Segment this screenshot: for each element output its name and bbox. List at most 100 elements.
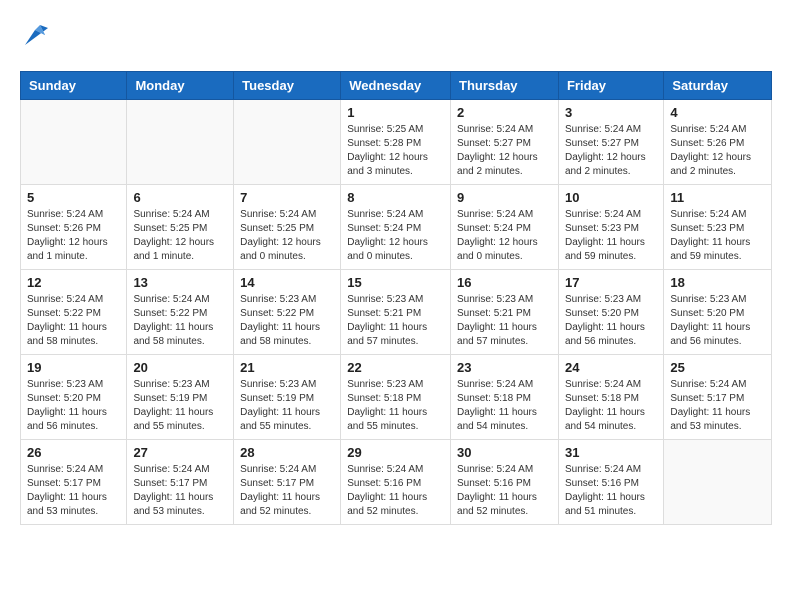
day-number: 29 <box>347 445 444 460</box>
day-info: Sunrise: 5:24 AM Sunset: 5:18 PM Dayligh… <box>565 378 657 434</box>
weekday-header-thursday: Thursday <box>451 72 559 100</box>
day-number: 18 <box>670 275 765 290</box>
day-number: 25 <box>670 360 765 375</box>
day-info: Sunrise: 5:24 AM Sunset: 5:17 PM Dayligh… <box>27 463 120 519</box>
day-info: Sunrise: 5:24 AM Sunset: 5:23 PM Dayligh… <box>670 208 765 264</box>
day-number: 26 <box>27 445 120 460</box>
day-number: 17 <box>565 275 657 290</box>
day-info: Sunrise: 5:24 AM Sunset: 5:24 PM Dayligh… <box>457 208 552 264</box>
week-row-5: 26 Sunrise: 5:24 AM Sunset: 5:17 PM Dayli… <box>21 440 772 525</box>
day-number: 27 <box>133 445 227 460</box>
day-info: Sunrise: 5:24 AM Sunset: 5:25 PM Dayligh… <box>133 208 227 264</box>
calendar-cell <box>234 100 341 185</box>
calendar-cell <box>21 100 127 185</box>
weekday-header-saturday: Saturday <box>664 72 772 100</box>
day-number: 3 <box>565 105 657 120</box>
calendar-cell: 11 Sunrise: 5:24 AM Sunset: 5:23 PM Dayli… <box>664 185 772 270</box>
day-number: 7 <box>240 190 334 205</box>
calendar-cell: 25 Sunrise: 5:24 AM Sunset: 5:17 PM Dayli… <box>664 355 772 440</box>
weekday-header-monday: Monday <box>127 72 234 100</box>
week-row-1: 1Sunrise: 5:25 AM Sunset: 5:28 PM Daylig… <box>21 100 772 185</box>
day-info: Sunrise: 5:23 AM Sunset: 5:21 PM Dayligh… <box>347 293 444 349</box>
day-info: Sunrise: 5:23 AM Sunset: 5:18 PM Dayligh… <box>347 378 444 434</box>
calendar-cell: 13Sunrise: 5:24 AM Sunset: 5:22 PM Dayli… <box>127 270 234 355</box>
calendar-cell: 4Sunrise: 5:24 AM Sunset: 5:26 PM Daylig… <box>664 100 772 185</box>
header <box>20 20 772 55</box>
weekday-header-wednesday: Wednesday <box>341 72 451 100</box>
day-number: 2 <box>457 105 552 120</box>
day-number: 11 <box>670 190 765 205</box>
day-number: 23 <box>457 360 552 375</box>
day-info: Sunrise: 5:24 AM Sunset: 5:22 PM Dayligh… <box>27 293 120 349</box>
calendar-cell: 3Sunrise: 5:24 AM Sunset: 5:27 PM Daylig… <box>558 100 663 185</box>
calendar-cell: 24 Sunrise: 5:24 AM Sunset: 5:18 PM Dayli… <box>558 355 663 440</box>
day-info: Sunrise: 5:23 AM Sunset: 5:20 PM Dayligh… <box>27 378 120 434</box>
day-info: Sunrise: 5:23 AM Sunset: 5:19 PM Dayligh… <box>240 378 334 434</box>
calendar-cell: 28Sunrise: 5:24 AM Sunset: 5:17 PM Dayli… <box>234 440 341 525</box>
day-number: 4 <box>670 105 765 120</box>
day-number: 8 <box>347 190 444 205</box>
day-number: 13 <box>133 275 227 290</box>
day-info: Sunrise: 5:24 AM Sunset: 5:16 PM Dayligh… <box>457 463 552 519</box>
day-info: Sunrise: 5:23 AM Sunset: 5:22 PM Dayligh… <box>240 293 334 349</box>
calendar-container: SundayMondayTuesdayWednesdayThursdayFrid… <box>0 0 792 612</box>
day-number: 20 <box>133 360 227 375</box>
calendar-table: SundayMondayTuesdayWednesdayThursdayFrid… <box>20 71 772 525</box>
day-info: Sunrise: 5:24 AM Sunset: 5:26 PM Dayligh… <box>27 208 120 264</box>
calendar-cell: 19 Sunrise: 5:23 AM Sunset: 5:20 PM Dayli… <box>21 355 127 440</box>
calendar-cell: 23 Sunrise: 5:24 AM Sunset: 5:18 PM Dayli… <box>451 355 559 440</box>
day-number: 12 <box>27 275 120 290</box>
calendar-cell: 8Sunrise: 5:24 AM Sunset: 5:24 PM Daylig… <box>341 185 451 270</box>
calendar-cell: 29 Sunrise: 5:24 AM Sunset: 5:16 PM Dayli… <box>341 440 451 525</box>
weekday-header-friday: Friday <box>558 72 663 100</box>
day-number: 14 <box>240 275 334 290</box>
week-row-3: 12 Sunrise: 5:24 AM Sunset: 5:22 PM Dayli… <box>21 270 772 355</box>
calendar-cell: 2 Sunrise: 5:24 AM Sunset: 5:27 PM Daylig… <box>451 100 559 185</box>
logo <box>20 20 54 55</box>
day-info: Sunrise: 5:24 AM Sunset: 5:18 PM Dayligh… <box>457 378 552 434</box>
day-number: 5 <box>27 190 120 205</box>
day-info: Sunrise: 5:24 AM Sunset: 5:27 PM Dayligh… <box>457 123 552 179</box>
weekday-header-sunday: Sunday <box>21 72 127 100</box>
day-info: Sunrise: 5:24 AM Sunset: 5:16 PM Dayligh… <box>565 463 657 519</box>
calendar-cell: 18 Sunrise: 5:23 AM Sunset: 5:20 PM Dayli… <box>664 270 772 355</box>
day-info: Sunrise: 5:24 AM Sunset: 5:17 PM Dayligh… <box>670 378 765 434</box>
calendar-cell: 1Sunrise: 5:25 AM Sunset: 5:28 PM Daylig… <box>341 100 451 185</box>
week-row-4: 19 Sunrise: 5:23 AM Sunset: 5:20 PM Dayli… <box>21 355 772 440</box>
calendar-cell: 16 Sunrise: 5:23 AM Sunset: 5:21 PM Dayli… <box>451 270 559 355</box>
day-info: Sunrise: 5:23 AM Sunset: 5:21 PM Dayligh… <box>457 293 552 349</box>
day-number: 21 <box>240 360 334 375</box>
day-info: Sunrise: 5:23 AM Sunset: 5:20 PM Dayligh… <box>670 293 765 349</box>
day-number: 9 <box>457 190 552 205</box>
day-info: Sunrise: 5:23 AM Sunset: 5:19 PM Dayligh… <box>133 378 227 434</box>
day-info: Sunrise: 5:24 AM Sunset: 5:23 PM Dayligh… <box>565 208 657 264</box>
day-info: Sunrise: 5:24 AM Sunset: 5:17 PM Dayligh… <box>133 463 227 519</box>
day-number: 16 <box>457 275 552 290</box>
calendar-cell: 22 Sunrise: 5:23 AM Sunset: 5:18 PM Dayli… <box>341 355 451 440</box>
calendar-cell: 12 Sunrise: 5:24 AM Sunset: 5:22 PM Dayli… <box>21 270 127 355</box>
weekday-header-tuesday: Tuesday <box>234 72 341 100</box>
day-number: 28 <box>240 445 334 460</box>
day-number: 22 <box>347 360 444 375</box>
calendar-cell: 17 Sunrise: 5:23 AM Sunset: 5:20 PM Dayli… <box>558 270 663 355</box>
day-number: 31 <box>565 445 657 460</box>
day-number: 19 <box>27 360 120 375</box>
calendar-cell: 10Sunrise: 5:24 AM Sunset: 5:23 PM Dayli… <box>558 185 663 270</box>
day-info: Sunrise: 5:23 AM Sunset: 5:20 PM Dayligh… <box>565 293 657 349</box>
calendar-cell: 9 Sunrise: 5:24 AM Sunset: 5:24 PM Daylig… <box>451 185 559 270</box>
calendar-cell: 20 Sunrise: 5:23 AM Sunset: 5:19 PM Dayli… <box>127 355 234 440</box>
day-info: Sunrise: 5:25 AM Sunset: 5:28 PM Dayligh… <box>347 123 444 179</box>
calendar-cell: 6 Sunrise: 5:24 AM Sunset: 5:25 PM Daylig… <box>127 185 234 270</box>
day-number: 24 <box>565 360 657 375</box>
calendar-cell: 5 Sunrise: 5:24 AM Sunset: 5:26 PM Daylig… <box>21 185 127 270</box>
logo-icon <box>20 20 50 55</box>
weekday-header-row: SundayMondayTuesdayWednesdayThursdayFrid… <box>21 72 772 100</box>
day-number: 6 <box>133 190 227 205</box>
calendar-cell: 7Sunrise: 5:24 AM Sunset: 5:25 PM Daylig… <box>234 185 341 270</box>
calendar-cell: 21 Sunrise: 5:23 AM Sunset: 5:19 PM Dayli… <box>234 355 341 440</box>
calendar-cell: 14 Sunrise: 5:23 AM Sunset: 5:22 PM Dayli… <box>234 270 341 355</box>
day-number: 30 <box>457 445 552 460</box>
day-info: Sunrise: 5:24 AM Sunset: 5:16 PM Dayligh… <box>347 463 444 519</box>
calendar-cell: 31 Sunrise: 5:24 AM Sunset: 5:16 PM Dayli… <box>558 440 663 525</box>
calendar-cell <box>664 440 772 525</box>
